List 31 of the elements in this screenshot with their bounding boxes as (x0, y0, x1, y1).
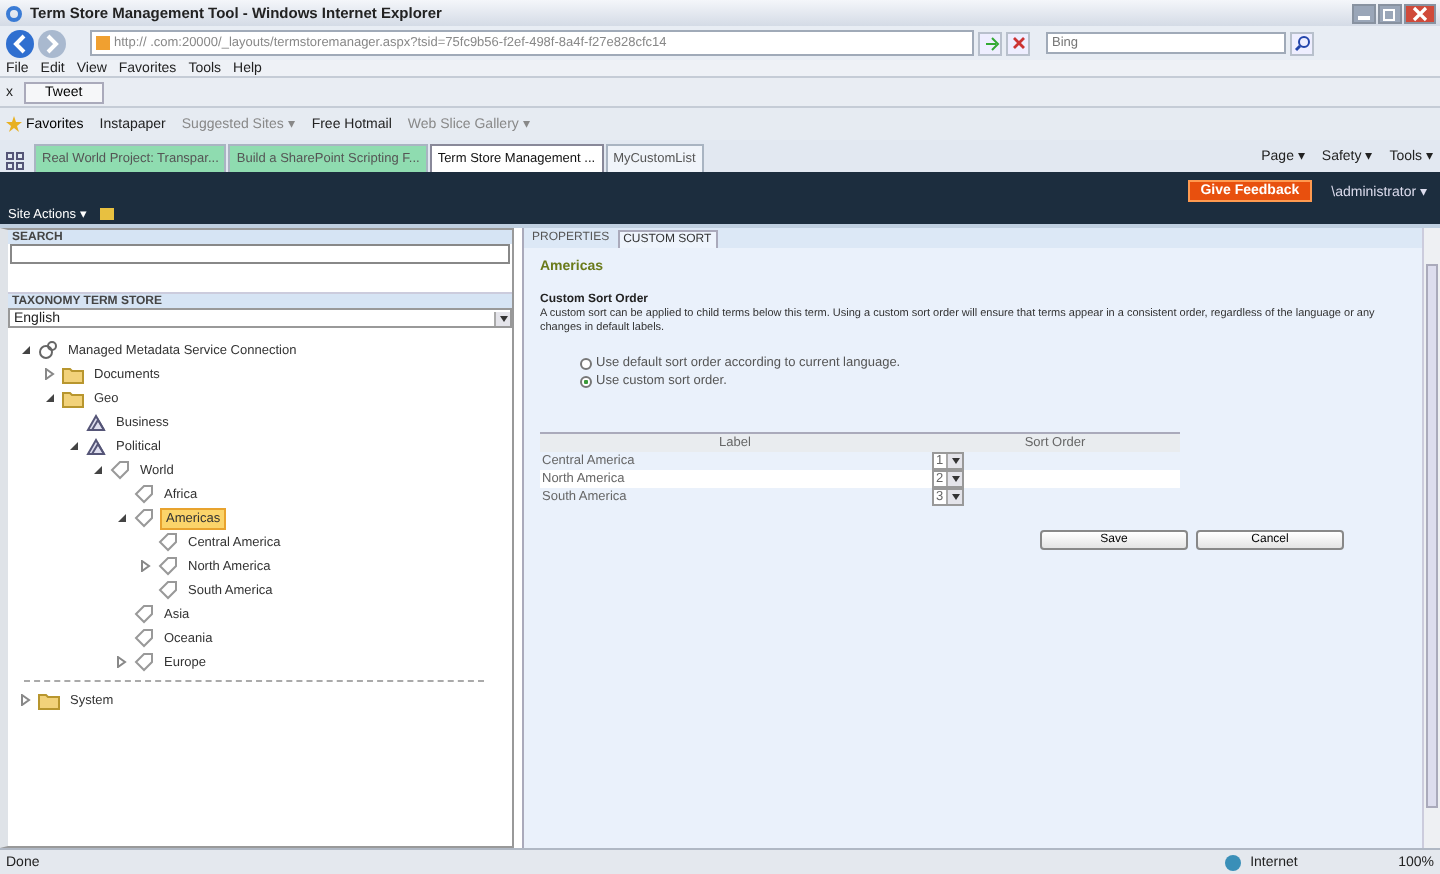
close-button[interactable] (1404, 3, 1436, 23)
radio-button[interactable] (580, 375, 592, 387)
radio-button[interactable] (580, 357, 592, 369)
arrow-icon (981, 34, 999, 52)
restore-button[interactable] (1378, 3, 1402, 23)
restore-icon (1382, 5, 1398, 21)
expand-arrow-icon[interactable] (44, 368, 56, 380)
search-button[interactable] (1290, 31, 1314, 55)
collapse-arrow-icon[interactable] (20, 344, 32, 356)
browser-icon (6, 5, 22, 21)
collapse-arrow-icon[interactable] (68, 440, 80, 452)
quick-tabs-icon[interactable] (6, 148, 24, 172)
expand-arrow-icon[interactable] (140, 560, 152, 572)
dropdown-arrow-icon (945, 490, 962, 504)
stop-button[interactable] (1006, 31, 1030, 55)
dropdown-arrow-icon (945, 472, 962, 486)
close-icon (1412, 5, 1428, 21)
search-icon (1293, 34, 1311, 52)
close-icon (1009, 34, 1027, 52)
minimize-button[interactable] (1352, 3, 1376, 23)
collapse-arrow-icon[interactable] (44, 392, 56, 404)
star-icon (6, 116, 22, 132)
go-button[interactable] (978, 31, 1002, 55)
scroll-bar[interactable] (1422, 228, 1440, 848)
back-button[interactable] (6, 29, 34, 57)
collapse-arrow-icon[interactable] (116, 512, 128, 524)
expand-arrow-icon[interactable] (116, 656, 128, 668)
search-field[interactable] (10, 244, 510, 264)
dropdown-arrow-icon (494, 311, 510, 325)
expand-arrow-icon[interactable] (20, 694, 32, 706)
collapse-arrow-icon[interactable] (92, 464, 104, 476)
